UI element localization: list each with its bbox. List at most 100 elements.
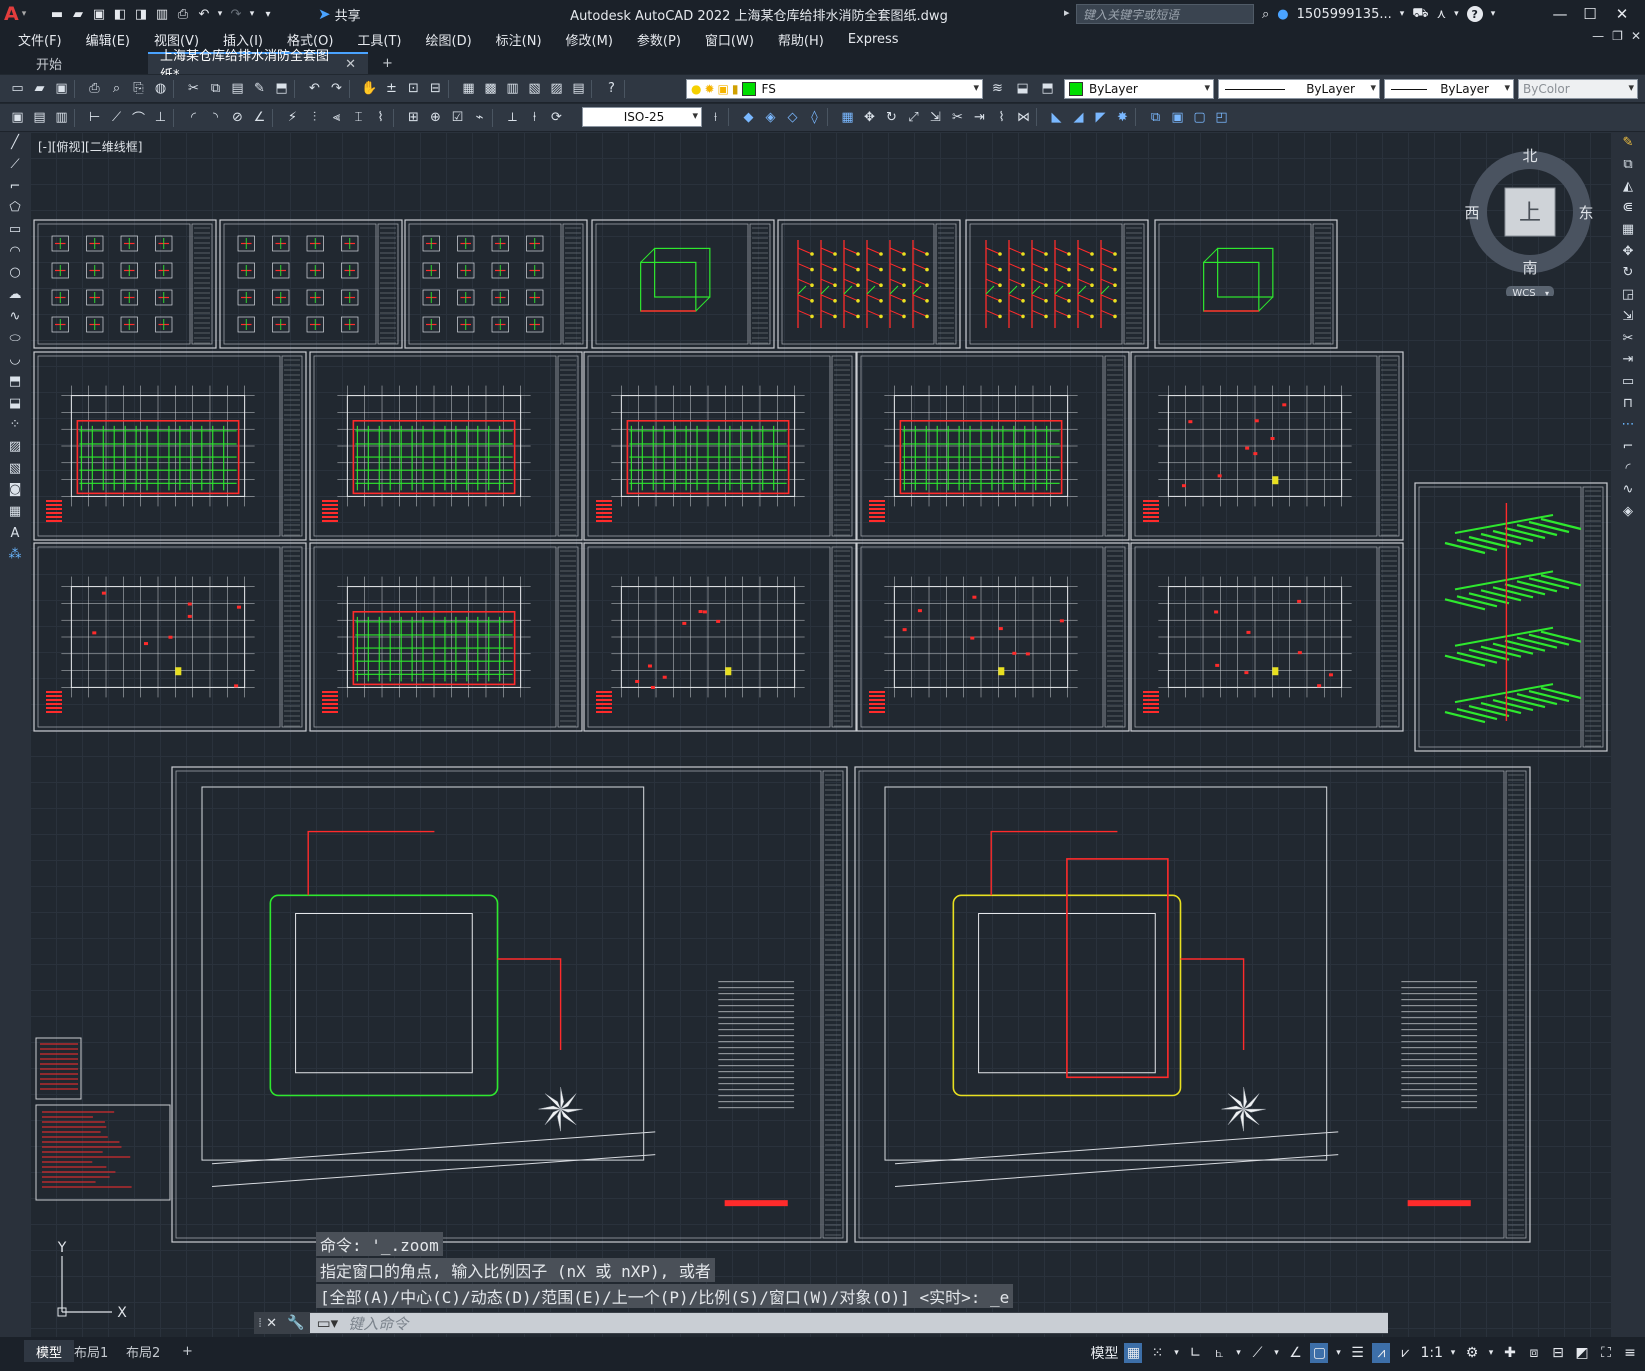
drawing-sheet-row1-2[interactable] [219, 219, 403, 349]
customize-qat-icon[interactable]: ▾ [259, 5, 277, 23]
stretch-palette-icon[interactable]: ⇲ [1611, 306, 1645, 328]
group-icon[interactable]: ▣ [1168, 108, 1187, 127]
copy-palette-icon[interactable]: ⧉ [1611, 154, 1645, 176]
dim-aligned-icon[interactable]: ⟋ [107, 108, 126, 127]
undo-icon[interactable]: ↶ [195, 5, 213, 23]
open-file-icon[interactable]: ▰ [69, 5, 87, 23]
drawing-sheet-site-plan-2[interactable] [854, 766, 1531, 1243]
explode-icon[interactable]: ✸ [1113, 108, 1132, 127]
join-icon[interactable]: ⋈ [1014, 108, 1033, 127]
workspace-dropdown-icon[interactable]: ▾ [1487, 1343, 1495, 1363]
annotation-scale[interactable]: 1:1 [1420, 1343, 1443, 1363]
drawing-sheet-axonometric[interactable] [1414, 482, 1608, 752]
menu-help[interactable]: 帮助(H) [766, 30, 836, 49]
isolate-objects-icon[interactable]: ◩ [1573, 1343, 1591, 1363]
dimstyle-dropdown[interactable]: ISO-25 ▾ [582, 107, 702, 127]
ellipse-icon[interactable]: ⬭ [0, 327, 30, 349]
drawing-sheet-row1-7[interactable] [1154, 219, 1338, 349]
dim-edit-icon[interactable]: ⟂ [503, 108, 522, 127]
add-selected-icon[interactable]: ⁂ [0, 544, 30, 566]
a360-dropdown-icon[interactable]: ▾ [1454, 9, 1459, 19]
tolerance-icon[interactable]: ⊞ [404, 108, 423, 127]
quick-dim-icon[interactable]: ⚡ [283, 108, 302, 127]
zoom-realtime-icon[interactable]: ± [382, 79, 401, 98]
center-mark-icon[interactable]: ⊕ [426, 108, 445, 127]
linetype-dropdown[interactable]: ByLayer ▾ [1218, 79, 1380, 99]
menu-edit[interactable]: 编辑(E) [74, 30, 142, 49]
command-close-icon[interactable]: ✕ [266, 1316, 277, 1331]
help-icon[interactable]: ? [1466, 6, 1483, 22]
drawing-sheet-row1-3[interactable] [404, 219, 588, 349]
dim-angular-icon[interactable]: ∠ [250, 108, 269, 127]
drawing-sheet-row3-5[interactable] [1130, 542, 1404, 732]
dim-diameter-icon[interactable]: ⊘ [228, 108, 247, 127]
user-dropdown-icon[interactable]: ▾ [1400, 9, 1405, 19]
polar-icon[interactable]: ⦜ [1210, 1343, 1228, 1363]
save-web-icon[interactable]: ▥ [153, 5, 171, 23]
fillet-palette-icon[interactable]: ◜ [1611, 457, 1645, 479]
tab-current-drawing[interactable]: 上海某仓库给排水消防全套图纸* ✕ [148, 49, 368, 83]
break-palette-icon[interactable]: ⊓ [1611, 392, 1645, 414]
drawing-sheet-row3-4[interactable] [856, 542, 1130, 732]
publish-icon[interactable]: ⎘ [129, 79, 148, 98]
user-icon[interactable]: ● [1277, 7, 1288, 22]
tab-start[interactable]: 开始 [24, 52, 74, 74]
offset-palette-icon[interactable]: ⋐ [1611, 197, 1645, 219]
command-grip-icon[interactable]: ⁞ [258, 1316, 262, 1331]
workspace-icon[interactable]: ⚙ [1463, 1343, 1481, 1363]
drawing-sheet-row2-5[interactable] [1130, 351, 1404, 541]
user-account[interactable]: 1505999135... [1297, 7, 1392, 22]
undo-tb-icon[interactable]: ↶ [305, 79, 324, 98]
pan-icon[interactable]: ✋ [360, 79, 379, 98]
layer-state-icon[interactable]: ▣ [8, 108, 27, 127]
arc-icon[interactable]: ◠ [0, 240, 30, 262]
trim-icon[interactable]: ✂ [948, 108, 967, 127]
array-palette-icon[interactable]: ▦ [1611, 219, 1645, 241]
drawing-sheet-row2-1[interactable] [33, 351, 307, 541]
copy-icon[interactable]: ⧉ [206, 79, 225, 98]
multiline-text-icon[interactable]: A [0, 522, 30, 544]
annotation-monitor-icon[interactable]: ✚ [1501, 1343, 1519, 1363]
make-current-layer-icon[interactable]: ⬓ [1013, 79, 1032, 98]
new-layout-button[interactable]: + [170, 1340, 205, 1362]
move-icon[interactable]: ✥ [860, 108, 879, 127]
annotation-scale-dropdown-icon[interactable]: ▾ [1449, 1343, 1457, 1363]
drawing-canvas[interactable] [30, 132, 1611, 1337]
search-input[interactable]: 键入关键字或短语 [1076, 4, 1254, 24]
viewcube[interactable]: 上 北 南 东 西 WCS ▾ [1460, 146, 1600, 296]
zoom-window-icon[interactable]: ⊡ [404, 79, 423, 98]
save-icon[interactable]: ▣ [90, 5, 108, 23]
cart-icon[interactable]: ⛟ [1412, 6, 1428, 23]
scale-palette-icon[interactable]: ◲ [1611, 284, 1645, 306]
polygon-icon[interactable]: ⬠ [0, 197, 30, 219]
calculator-icon[interactable]: ▤ [569, 79, 588, 98]
line-icon[interactable]: ╱ [0, 132, 30, 154]
offset-icon[interactable]: ◊ [805, 108, 824, 127]
scale-icon[interactable]: ⤢ [904, 108, 923, 127]
design-center-icon[interactable]: ▩ [481, 79, 500, 98]
application-menu-button[interactable]: A ▾ [4, 2, 38, 26]
menu-dimension[interactable]: 标注(N) [484, 30, 554, 49]
dim-radius-icon[interactable]: ◜ [184, 108, 203, 127]
compass-west[interactable]: 西 [1464, 204, 1479, 222]
new-tab-button[interactable]: + [370, 52, 405, 74]
blend-palette-icon[interactable]: ∿ [1611, 479, 1645, 501]
break-point-palette-icon[interactable]: ▭ [1611, 371, 1645, 393]
menu-tools[interactable]: 工具(T) [345, 30, 413, 49]
paste-icon[interactable]: ▤ [228, 79, 247, 98]
copy-object-icon[interactable]: ◈ [761, 108, 780, 127]
drawing-sheet-row1-4[interactable] [591, 219, 775, 349]
ortho-icon[interactable]: ∟ [1186, 1343, 1204, 1363]
undo-dropdown-icon[interactable]: ▾ [216, 5, 224, 23]
trim-palette-icon[interactable]: ✂ [1611, 327, 1645, 349]
model-space-toggle[interactable]: 模型 [1090, 1343, 1118, 1363]
circle-icon[interactable]: ○ [0, 262, 30, 284]
plot-tb-icon[interactable]: ⎙ [85, 79, 104, 98]
isodraft-icon[interactable]: ⟋ [1248, 1343, 1266, 1363]
markup-icon[interactable]: ▨ [547, 79, 566, 98]
3dprint-icon[interactable]: ◍ [151, 79, 170, 98]
gradient-icon[interactable]: ▧ [0, 457, 30, 479]
dim-update-icon[interactable]: ⟳ [547, 108, 566, 127]
jogged-linear-icon[interactable]: ⌁ [470, 108, 489, 127]
table-icon[interactable]: ▦ [0, 501, 30, 523]
